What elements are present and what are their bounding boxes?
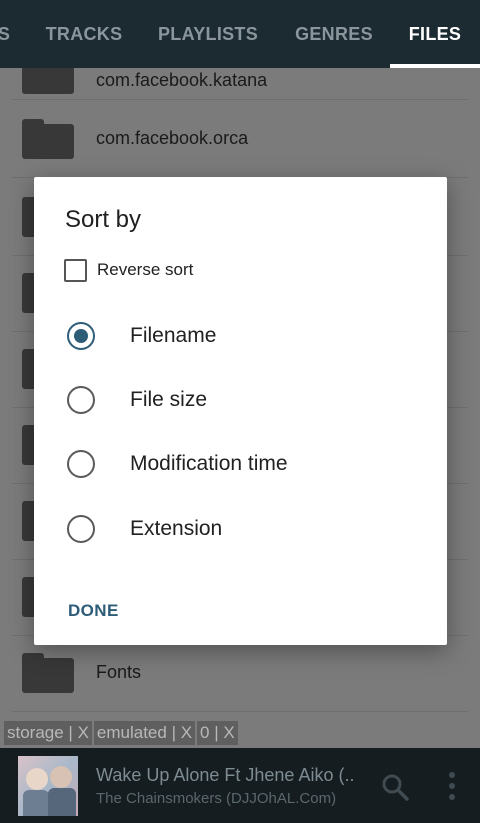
sort-option-label: File size <box>130 388 208 411</box>
file-name: com.facebook.katana <box>96 70 268 90</box>
now-playing-bar[interactable]: Wake Up Alone Ft Jhene Aiko (.. The Chai… <box>0 748 480 823</box>
file-name: Fonts <box>96 662 142 682</box>
radio-button[interactable] <box>67 515 95 543</box>
tab-artists[interactable]: S <box>0 0 14 68</box>
file-row[interactable]: com.facebook.katana <box>12 68 468 100</box>
reverse-sort-checkbox-row[interactable]: Reverse sort <box>64 257 193 283</box>
search-icon[interactable] <box>380 772 410 802</box>
tab-playlists[interactable]: PLAYLISTS <box>148 0 268 68</box>
reverse-sort-checkbox[interactable] <box>64 258 87 282</box>
breadcrumb-item-emulated[interactable]: emulated | X <box>93 721 196 745</box>
file-name: com.facebook.orca <box>96 128 249 148</box>
radio-button[interactable] <box>67 450 95 478</box>
folder-icon <box>22 119 74 159</box>
radio-button[interactable] <box>67 386 95 414</box>
file-row[interactable]: com.facebook.orca <box>12 100 468 178</box>
tab-bar: S TRACKS PLAYLISTS GENRES FILES <box>0 0 480 68</box>
breadcrumb-item-storage[interactable]: storage | X <box>4 721 92 745</box>
dialog-title: Sort by <box>65 206 142 233</box>
more-options-icon[interactable] <box>442 770 462 802</box>
sort-dialog: Sort by Reverse sort Filename File size … <box>34 177 447 645</box>
sort-option-label: Modification time <box>130 452 288 475</box>
album-art[interactable] <box>18 756 78 816</box>
breadcrumb: storage | X emulated | X 0 | X <box>0 718 480 748</box>
tab-genres[interactable]: GENRES <box>286 0 382 68</box>
tab-tracks[interactable]: TRACKS <box>38 0 130 68</box>
now-playing-title: Wake Up Alone Ft Jhene Aiko (.. <box>96 765 355 785</box>
radio-button[interactable] <box>67 322 95 350</box>
now-playing-artist: The Chainsmokers (DJJOhAL.Com) <box>96 790 337 807</box>
file-row[interactable]: Fonts <box>12 634 468 712</box>
folder-icon <box>22 68 74 94</box>
sort-option-file-size[interactable]: File size <box>67 380 207 420</box>
sort-option-modification-time[interactable]: Modification time <box>67 444 288 484</box>
reverse-sort-label: Reverse sort <box>97 260 194 279</box>
breadcrumb-item-0[interactable]: 0 | X <box>197 721 238 745</box>
done-button[interactable]: DONE <box>60 595 127 627</box>
sort-option-label: Filename <box>130 324 217 347</box>
sort-option-label: Extension <box>130 517 223 540</box>
active-tab-indicator <box>390 64 480 68</box>
tab-files[interactable]: FILES <box>390 0 480 68</box>
folder-icon <box>22 653 74 693</box>
sort-option-filename[interactable]: Filename <box>67 316 216 356</box>
sort-option-extension[interactable]: Extension <box>67 509 222 549</box>
